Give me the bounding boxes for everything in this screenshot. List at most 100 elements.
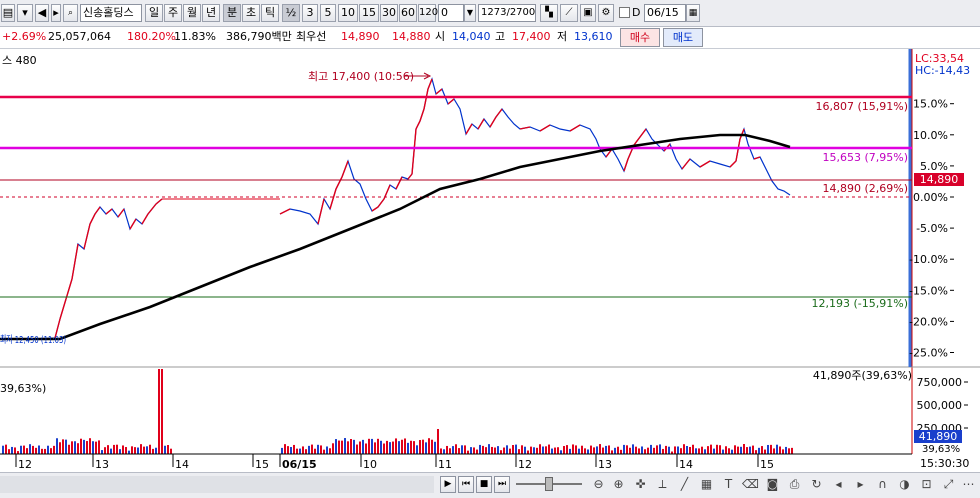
interval-30[interactable]: 30 bbox=[380, 4, 398, 22]
scroll-track[interactable] bbox=[0, 476, 434, 493]
count-field[interactable]: 1273/2700 bbox=[478, 4, 536, 22]
volume-bar bbox=[125, 447, 127, 454]
fraction-button[interactable]: ½ bbox=[282, 4, 300, 22]
save-icon[interactable]: ▣ bbox=[580, 4, 596, 22]
prev-stock-icon[interactable]: ◀ bbox=[35, 4, 49, 22]
interval-60[interactable]: 60 bbox=[399, 4, 417, 22]
volume-bar bbox=[92, 441, 94, 454]
trend-line-icon[interactable]: ╱ bbox=[676, 476, 693, 493]
scroll-stop-icon[interactable]: ■ bbox=[476, 476, 492, 493]
volume-bar bbox=[602, 447, 604, 454]
volume-bar bbox=[722, 449, 724, 454]
stock-search-icon[interactable]: ⌕ bbox=[63, 4, 78, 22]
volume-bar bbox=[758, 447, 760, 454]
volume-bar bbox=[59, 442, 61, 454]
volume-bar bbox=[488, 444, 490, 454]
volume-bar bbox=[302, 446, 304, 454]
period-month[interactable]: 월 bbox=[183, 4, 201, 22]
stock-name-field[interactable]: 신송홀딩스 bbox=[80, 4, 142, 22]
volume-bar bbox=[653, 447, 655, 454]
high-label: 고 bbox=[495, 30, 506, 43]
volume-bar bbox=[764, 449, 766, 454]
zoom-in-icon[interactable]: ⊕ bbox=[610, 476, 627, 493]
scroll-play-icon[interactable]: ▶ bbox=[440, 476, 456, 493]
date-checkbox[interactable] bbox=[619, 7, 630, 18]
volume-bar bbox=[626, 445, 628, 454]
volume-bar bbox=[614, 447, 616, 454]
volume-bar bbox=[143, 446, 145, 454]
volume-bar bbox=[698, 448, 700, 454]
volume-bar bbox=[503, 447, 505, 454]
crosshair-icon[interactable]: ✜ bbox=[632, 476, 649, 493]
magnet-icon[interactable]: ∩ bbox=[874, 476, 891, 493]
volume-bar bbox=[8, 449, 10, 454]
palette-icon[interactable]: ◑ bbox=[896, 476, 913, 493]
volume-bar bbox=[323, 449, 325, 454]
volume-bar bbox=[353, 439, 355, 454]
calendar-icon[interactable]: ▦ bbox=[686, 4, 700, 22]
volume-bar bbox=[284, 444, 286, 454]
expand-icon[interactable]: ⤢ bbox=[940, 476, 957, 493]
arrow-right-icon[interactable]: ▸ bbox=[852, 476, 869, 493]
chart-type-icon[interactable]: ▚ bbox=[540, 4, 558, 22]
volume-bar bbox=[56, 438, 58, 454]
volume-bar bbox=[299, 448, 301, 454]
camera-icon[interactable]: ◙ bbox=[764, 476, 781, 493]
x-tick-label: 11 bbox=[438, 458, 452, 471]
volume-bar bbox=[386, 440, 388, 454]
scroll-last-icon[interactable]: ⏭ bbox=[494, 476, 510, 493]
interval-3[interactable]: 3 bbox=[302, 4, 318, 22]
zoom-slider-handle[interactable] bbox=[545, 477, 553, 491]
offset-dropdown-icon[interactable]: ▼ bbox=[464, 4, 476, 22]
low-annotation: 최저 12,450 (11:03) bbox=[0, 334, 66, 346]
volume-bar bbox=[518, 449, 520, 454]
text-tool-icon[interactable]: T bbox=[720, 476, 737, 493]
menu-icon[interactable]: ▤ bbox=[1, 4, 15, 22]
dropdown-arrow-icon[interactable]: ▾ bbox=[17, 4, 33, 22]
volume-bar bbox=[341, 440, 343, 454]
offset-field[interactable]: 0 bbox=[438, 4, 464, 22]
volume-bar bbox=[638, 448, 640, 454]
refresh-icon[interactable]: ↻ bbox=[808, 476, 825, 493]
volume-bar bbox=[770, 444, 772, 454]
volume-bar bbox=[431, 439, 433, 454]
grid-icon[interactable]: ▦ bbox=[698, 476, 715, 493]
period-week[interactable]: 주 bbox=[164, 4, 182, 22]
buy-button[interactable]: 매수 bbox=[620, 28, 660, 47]
volume-bar bbox=[686, 445, 688, 454]
next-stock-icon[interactable]: ▸ bbox=[51, 4, 61, 22]
ruler-icon[interactable]: ⟂ bbox=[654, 476, 671, 493]
lock-icon[interactable]: ⊡ bbox=[918, 476, 935, 493]
period-second[interactable]: 초 bbox=[242, 4, 260, 22]
arrow-left-icon[interactable]: ◂ bbox=[830, 476, 847, 493]
sell-button[interactable]: 매도 bbox=[663, 28, 703, 47]
volume-bar bbox=[473, 447, 475, 454]
volume-bar bbox=[320, 445, 322, 454]
print-icon[interactable]: ⎙ bbox=[786, 476, 803, 493]
interval-10[interactable]: 10 bbox=[338, 4, 358, 22]
low-price: 13,610 bbox=[574, 30, 613, 43]
zoom-out-icon[interactable]: ⊖ bbox=[590, 476, 607, 493]
interval-120[interactable]: 120 bbox=[418, 4, 438, 22]
indicator-icon[interactable]: ⟋ bbox=[560, 4, 578, 22]
eraser-icon[interactable]: ⌫ bbox=[742, 476, 759, 493]
scroll-first-icon[interactable]: ⏮ bbox=[458, 476, 474, 493]
volume-bar bbox=[332, 443, 334, 454]
volume-bar bbox=[449, 448, 451, 454]
settings-gear-icon[interactable]: ⚙ bbox=[598, 4, 614, 22]
volume-bar bbox=[314, 448, 316, 454]
level-label-1: 16,807 (15,91%) bbox=[815, 100, 908, 113]
interval-5[interactable]: 5 bbox=[320, 4, 336, 22]
date-field[interactable]: 06/15 bbox=[644, 4, 686, 22]
period-minute[interactable]: 분 bbox=[223, 4, 241, 22]
price-chart[interactable]: 스 480 LC:33,54 HC:-14,43 최고 17,400 (10:5… bbox=[0, 49, 980, 473]
period-day[interactable]: 일 bbox=[145, 4, 163, 22]
more-options-icon[interactable]: ⋯ bbox=[960, 476, 977, 493]
volume-bar bbox=[782, 449, 784, 454]
volume-bar bbox=[407, 442, 409, 454]
period-year[interactable]: 년 bbox=[202, 4, 220, 22]
interval-15[interactable]: 15 bbox=[359, 4, 379, 22]
period-tick[interactable]: 틱 bbox=[261, 4, 279, 22]
volume-bar bbox=[773, 448, 775, 454]
volume-bar bbox=[293, 444, 295, 454]
